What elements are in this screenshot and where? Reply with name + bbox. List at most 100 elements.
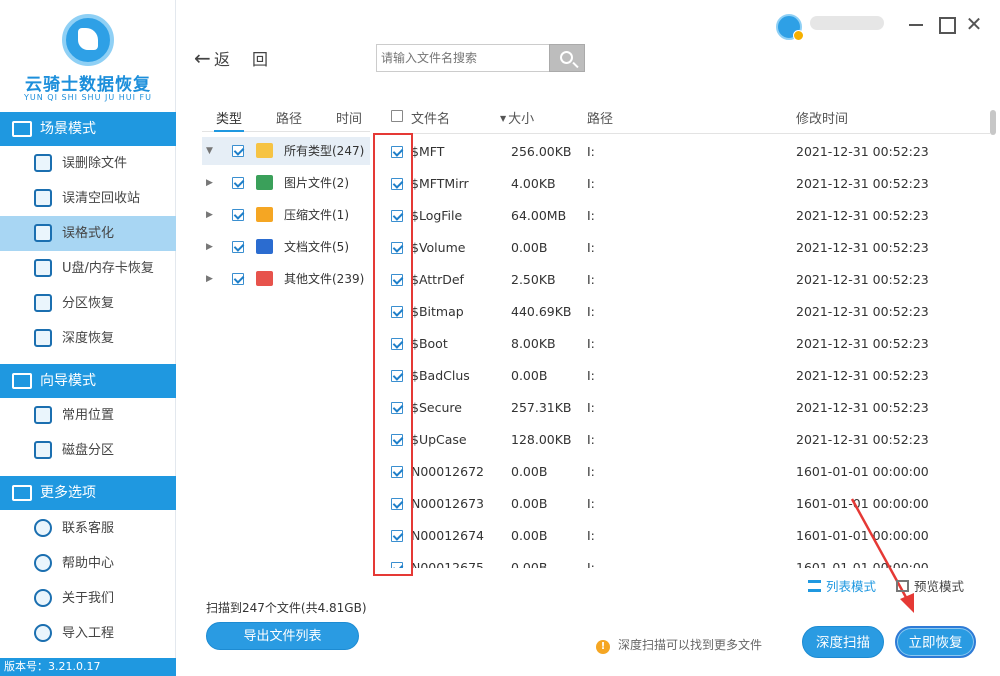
table-row[interactable]: $Bitmap 440.69KB I: 2021-12-31 00:52:23 [380, 296, 990, 328]
file-path: I: [587, 560, 595, 568]
tree-checkbox[interactable] [232, 145, 244, 157]
table-row[interactable]: $MFT 256.00KB I: 2021-12-31 00:52:23 [380, 136, 990, 168]
back-button[interactable]: ← 返回 [194, 46, 290, 70]
col-modified[interactable]: 修改时间 [796, 108, 848, 127]
tab-path[interactable]: 路径 [276, 108, 302, 127]
sidebar-item-0-0[interactable]: 误删除文件 [0, 146, 176, 181]
file-name: N00012672 [411, 464, 484, 479]
tree-item[interactable]: ▶ 压缩文件(1) [202, 201, 370, 229]
sidebar-item-label: U盘/内存卡恢复 [62, 261, 154, 276]
file-modified-time: 2021-12-31 00:52:23 [796, 400, 929, 415]
caret-right-icon[interactable]: ▶ [206, 169, 213, 197]
file-name: $LogFile [411, 208, 463, 223]
tree-item-label: 所有类型(247) [284, 144, 365, 158]
sidebar-item-1-0[interactable]: 常用位置 [0, 398, 176, 433]
search-input[interactable] [376, 44, 550, 72]
deep-scan-button[interactable]: 深度扫描 [802, 626, 884, 658]
list-mode-button[interactable]: 列表模式 [808, 576, 876, 595]
search-button[interactable] [549, 44, 585, 72]
tab-time[interactable]: 时间 [336, 108, 362, 127]
search-icon [560, 51, 573, 64]
file-name: N00012674 [411, 528, 484, 543]
file-path: I: [587, 208, 595, 223]
caret-right-icon[interactable]: ▶ [206, 265, 213, 293]
file-path: I: [587, 464, 595, 479]
table-row[interactable]: $LogFile 64.00MB I: 2021-12-31 00:52:23 [380, 200, 990, 232]
tree-item-label: 文档文件(5) [284, 240, 349, 254]
sidebar-item-0-2[interactable]: 误格式化 [0, 216, 176, 251]
table-row[interactable]: $MFTMirr 4.00KB I: 2021-12-31 00:52:23 [380, 168, 990, 200]
section-header-1: 向导模式 [0, 364, 176, 398]
tree-item[interactable]: ▶ 其他文件(239) [202, 265, 370, 293]
tree-item[interactable]: ▶ 图片文件(2) [202, 169, 370, 197]
file-size: 257.31KB [511, 400, 572, 415]
caret-right-icon[interactable]: ▶ [206, 233, 213, 261]
tree-checkbox[interactable] [232, 241, 244, 253]
knight-logo-icon [62, 14, 114, 66]
minimize-button[interactable] [904, 12, 928, 36]
tree-item[interactable]: ▶ 文档文件(5) [202, 233, 370, 261]
caret-right-icon[interactable]: ▶ [206, 201, 213, 229]
tip-text: 深度扫描可以找到更多文件 [618, 638, 763, 652]
user-name[interactable] [810, 16, 884, 30]
deep-restore-icon [34, 329, 52, 347]
col-size[interactable]: ▼ 大小 [500, 108, 534, 127]
maximize-button[interactable] [934, 12, 958, 36]
table-row[interactable]: $AttrDef 2.50KB I: 2021-12-31 00:52:23 [380, 264, 990, 296]
table-row[interactable]: $Secure 257.31KB I: 2021-12-31 00:52:23 [380, 392, 990, 424]
version-label: 版本号：3.21.0.17 [0, 658, 176, 676]
file-path: I: [587, 240, 595, 255]
sidebar-item-2-1[interactable]: 帮助中心 [0, 546, 176, 581]
highlight-box [373, 133, 413, 576]
file-size: 0.00B [511, 240, 548, 255]
warning-icon: ! [596, 640, 610, 654]
user-avatar[interactable] [776, 14, 804, 41]
file-modified-time: 2021-12-31 00:52:23 [796, 240, 929, 255]
tree-item[interactable]: ▼ 所有类型(247) [202, 137, 370, 165]
highlight-arrow-icon [850, 498, 914, 613]
preview-mode-button[interactable]: 预览模式 [896, 576, 964, 595]
disk-icon [34, 441, 52, 459]
table-row[interactable]: N00012672 0.00B I: 1601-01-01 00:00:00 [380, 456, 990, 488]
sidebar-item-0-5[interactable]: 深度恢复 [0, 321, 176, 356]
tree-checkbox[interactable] [232, 209, 244, 221]
close-button[interactable]: ✕ [962, 12, 986, 36]
sidebar-item-0-4[interactable]: 分区恢复 [0, 286, 176, 321]
scan-summary: 扫描到247个文件(共4.81GB) [206, 601, 367, 615]
section-header-2: 更多选项 [0, 476, 176, 510]
file-path: I: [587, 432, 595, 447]
sidebar-item-0-3[interactable]: U盘/内存卡恢复 [0, 251, 176, 286]
sidebar-item-label: 误清空回收站 [62, 191, 141, 206]
section-title: 场景模式 [40, 121, 96, 137]
sidebar-item-0-1[interactable]: 误清空回收站 [0, 181, 176, 216]
table-row[interactable]: $Boot 8.00KB I: 2021-12-31 00:52:23 [380, 328, 990, 360]
col-filename[interactable]: 文件名 [411, 108, 450, 127]
recycle-bin-icon [34, 189, 52, 207]
table-row[interactable]: $Volume 0.00B I: 2021-12-31 00:52:23 [380, 232, 990, 264]
caret-down-icon[interactable]: ▼ [206, 137, 213, 165]
sidebar-item-label: 深度恢复 [62, 331, 115, 346]
select-all-checkbox[interactable] [391, 110, 403, 122]
tree-checkbox[interactable] [232, 177, 244, 189]
col-path[interactable]: 路径 [587, 108, 613, 127]
file-modified-time: 2021-12-31 00:52:23 [796, 368, 929, 383]
recover-now-button[interactable]: 立即恢复 [895, 626, 976, 658]
tree-checkbox[interactable] [232, 273, 244, 285]
deep-scan-tip: ! 深度扫描可以找到更多文件 [596, 636, 762, 654]
import-icon [34, 624, 52, 642]
table-row[interactable]: $UpCase 128.00KB I: 2021-12-31 00:52:23 [380, 424, 990, 456]
scrollbar[interactable] [990, 110, 996, 135]
export-list-button[interactable]: 导出文件列表 [206, 622, 359, 650]
tree-item-label: 图片文件(2) [284, 176, 349, 190]
table-row[interactable]: $BadClus 0.00B I: 2021-12-31 00:52:23 [380, 360, 990, 392]
back-arrow-icon: ← [194, 46, 211, 70]
sidebar-item-2-2[interactable]: 关于我们 [0, 581, 176, 616]
format-drive-icon [34, 224, 52, 242]
word-doc-icon [256, 239, 273, 254]
sidebar-item-1-1[interactable]: 磁盘分区 [0, 433, 176, 468]
section-title: 向导模式 [40, 373, 96, 389]
sidebar-item-2-0[interactable]: 联系客服 [0, 511, 176, 546]
tab-type[interactable]: 类型 [213, 108, 245, 132]
sidebar-item-2-3[interactable]: 导入工程 [0, 616, 176, 651]
tree-item-label: 压缩文件(1) [284, 208, 349, 222]
